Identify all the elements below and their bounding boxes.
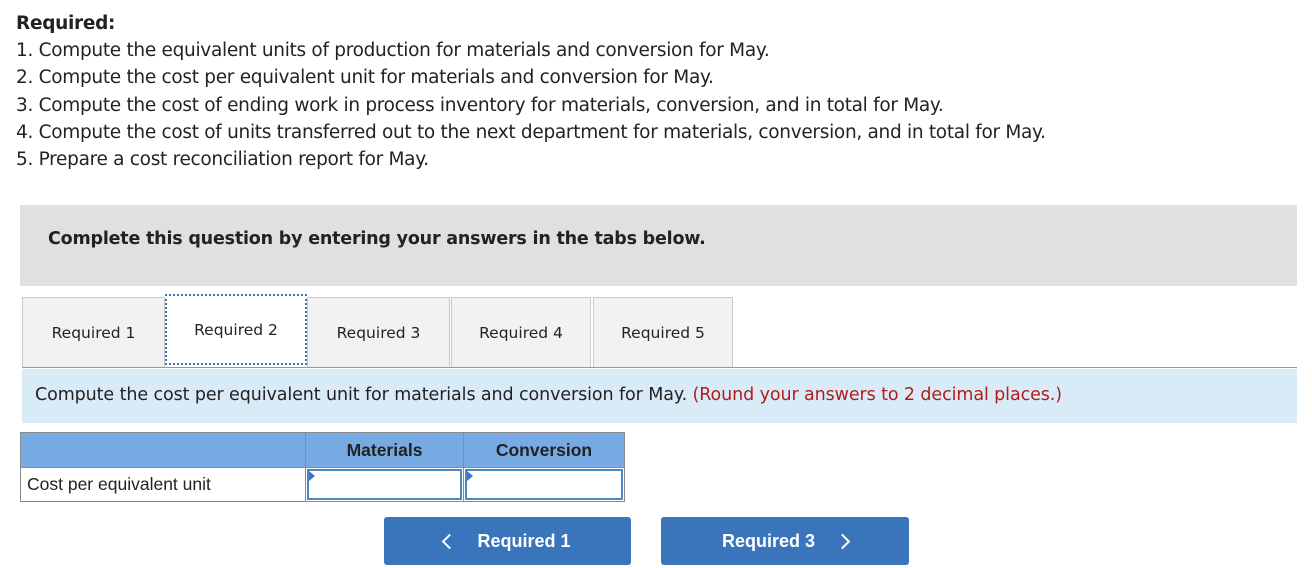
chevron-right-icon: [834, 533, 851, 549]
header-materials: Materials: [305, 432, 464, 468]
table-header-row: Materials Conversion: [20, 432, 625, 468]
materials-cost-input[interactable]: [307, 469, 462, 500]
tab-required-2[interactable]: Required 2: [165, 294, 307, 365]
input-marker-icon: [309, 471, 315, 481]
tab-required-3[interactable]: Required 3: [307, 297, 450, 367]
tab-required-5[interactable]: Required 5: [593, 297, 733, 367]
prompt-text: Compute the cost per equivalent unit for…: [35, 385, 1062, 405]
required-item-2: 2. Compute the cost per equivalent unit …: [16, 67, 714, 89]
row-label: Cost per equivalent unit: [20, 467, 306, 502]
next-button-label: Required 3: [721, 530, 816, 551]
prev-button-label: Required 1: [477, 530, 571, 551]
required-section: Required: 1. Compute the equivalent unit…: [16, 10, 1046, 173]
conversion-cost-input[interactable]: [465, 469, 623, 500]
instruction-banner: Complete this question by entering your …: [20, 205, 1297, 286]
required-item-4: 4. Compute the cost of units transferred…: [16, 121, 1046, 143]
input-marker-icon: [467, 471, 473, 481]
rounding-note: (Round your answers to 2 decimal places.…: [692, 385, 1063, 405]
next-required-3-button[interactable]: Required 3: [661, 517, 909, 565]
chevron-left-icon: [442, 533, 458, 549]
header-conversion: Conversion: [463, 432, 625, 468]
required-heading: Required:: [16, 13, 116, 34]
tab-required-4[interactable]: Required 4: [451, 297, 591, 367]
table-row: Cost per equivalent unit: [20, 467, 625, 502]
conversion-cell: [463, 467, 625, 502]
required-item-1: 1. Compute the equivalent units of produ…: [16, 40, 770, 62]
tab-divider: [22, 367, 1297, 368]
prompt-bar: Compute the cost per equivalent unit for…: [22, 369, 1297, 423]
header-blank: [20, 432, 306, 468]
materials-cell: [305, 467, 464, 502]
instruction-text: Complete this question by entering your …: [48, 229, 706, 249]
tab-required-1[interactable]: Required 1: [22, 297, 165, 367]
required-item-5: 5. Prepare a cost reconciliation report …: [16, 149, 429, 171]
required-item-3: 3. Compute the cost of ending work in pr…: [16, 94, 944, 116]
prev-required-1-button[interactable]: Required 1: [384, 517, 631, 565]
prompt-main: Compute the cost per equivalent unit for…: [35, 385, 688, 405]
answer-table: Materials Conversion Cost per equivalent…: [20, 432, 625, 502]
